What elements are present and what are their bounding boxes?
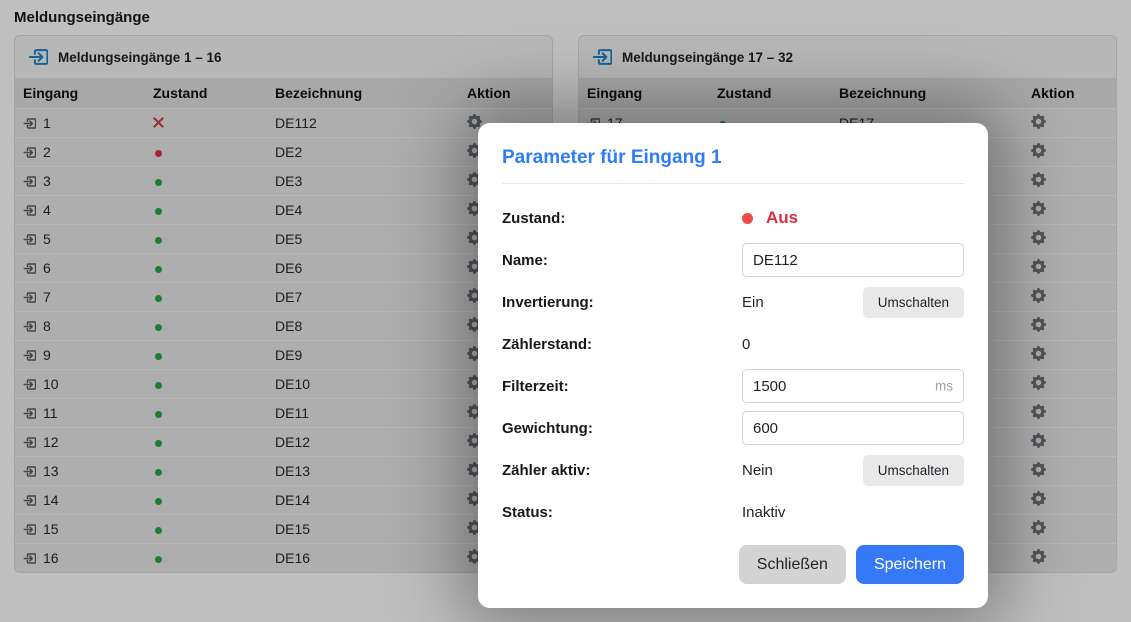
zustand-value: Aus: [766, 208, 798, 228]
status-dot-icon: [742, 213, 753, 224]
gewichtung-input[interactable]: [742, 411, 964, 445]
field-label: Name:: [502, 252, 742, 269]
save-button[interactable]: Speichern: [856, 545, 964, 584]
field-row-gewichtung: Gewichtung:: [502, 411, 964, 445]
field-row-status: Status: Inaktiv: [502, 495, 964, 529]
modal-footer: Schließen Speichern: [502, 545, 964, 584]
invertierung-value: Ein: [742, 294, 764, 311]
filterzeit-input[interactable]: [742, 369, 964, 403]
field-row-zaehler-aktiv: Zähler aktiv: Nein Umschalten: [502, 453, 964, 487]
invertierung-toggle-button[interactable]: Umschalten: [863, 287, 964, 318]
modal-title: Parameter für Eingang 1: [502, 147, 964, 184]
name-input[interactable]: [742, 243, 964, 277]
field-label: Gewichtung:: [502, 420, 742, 437]
status-value: Inaktiv: [742, 504, 964, 521]
field-row-zustand: Zustand: Aus: [502, 201, 964, 235]
field-label: Zustand:: [502, 210, 742, 227]
unit-suffix: ms: [935, 379, 953, 394]
field-label: Filterzeit:: [502, 378, 742, 395]
zaehlerstand-value: 0: [742, 336, 964, 353]
field-row-filterzeit: Filterzeit: ms: [502, 369, 964, 403]
field-row-name: Name:: [502, 243, 964, 277]
field-row-zaehlerstand: Zählerstand: 0: [502, 327, 964, 361]
field-label: Zählerstand:: [502, 336, 742, 353]
close-button[interactable]: Schließen: [739, 545, 846, 584]
zaehler-aktiv-value: Nein: [742, 462, 773, 479]
parameter-modal: Parameter für Eingang 1 Zustand: Aus Nam…: [478, 123, 988, 608]
field-row-invertierung: Invertierung: Ein Umschalten: [502, 285, 964, 319]
field-label: Status:: [502, 504, 742, 521]
zaehler-aktiv-toggle-button[interactable]: Umschalten: [863, 455, 964, 486]
field-label: Invertierung:: [502, 294, 742, 311]
field-label: Zähler aktiv:: [502, 462, 742, 479]
